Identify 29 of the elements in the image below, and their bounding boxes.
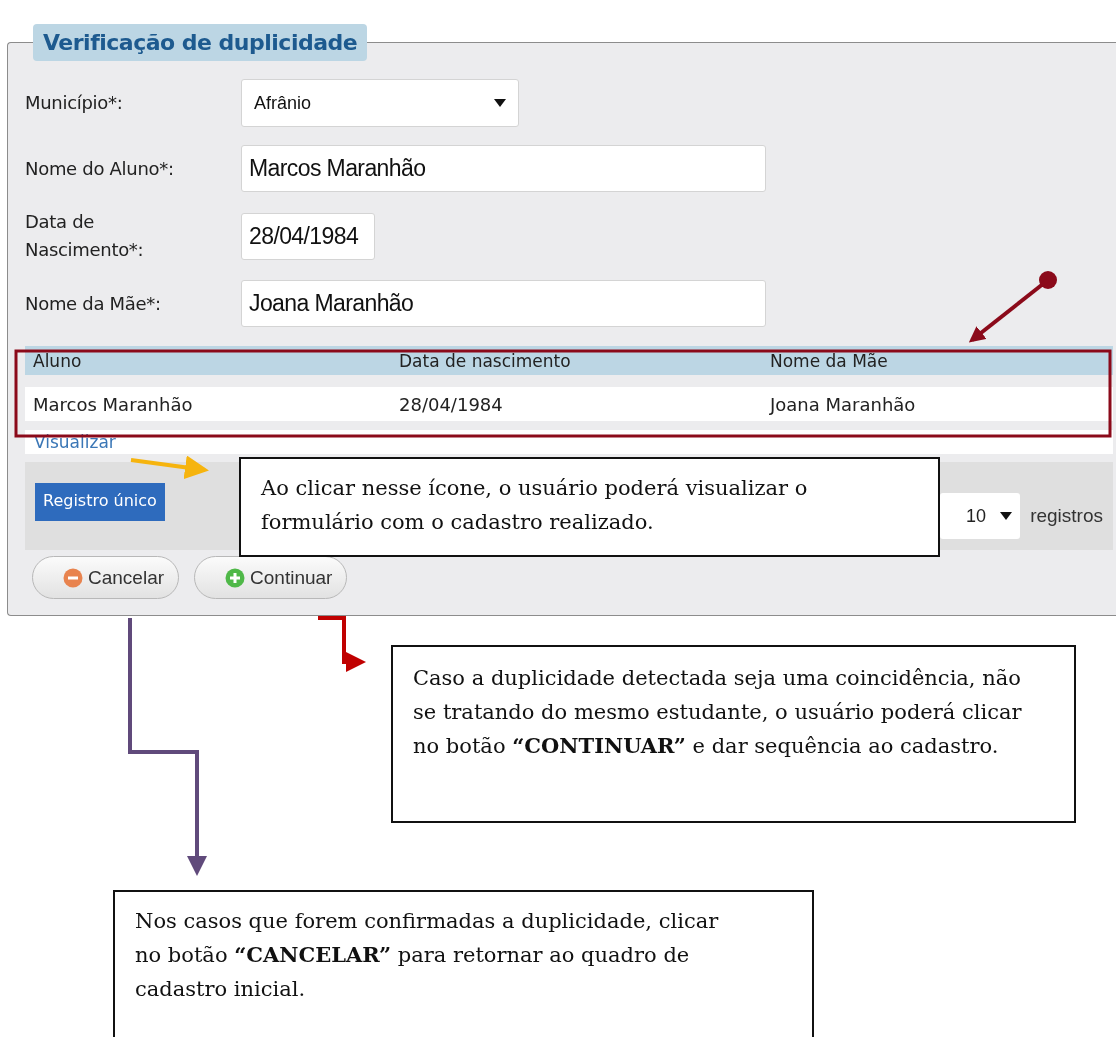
input-field[interactable]: Marcos Maranhão [241,145,766,192]
plus-icon [225,567,246,588]
cancel-button[interactable]: Cancelar [32,556,180,599]
page-size-label: registros [1030,505,1103,527]
input-field[interactable]: Joana Maranhão [241,280,766,327]
single-record-button[interactable]: Registro único [35,483,165,521]
field-label: Nome da Mãe*: [25,291,162,316]
page-size-select[interactable]: 10 [940,493,1021,539]
minus-icon [63,567,83,588]
callout-box: Nos casos que forem confirmadas a duplicidade, clicar no botão “CANCELAR” para retornar ao quadro de cadastro inicial. [113,890,814,1037]
field-label: Nome do Aluno*: [25,156,175,181]
column-header: Nome da Mãe [770,350,889,371]
field-label: Município*: [25,91,124,115]
connector-arrow [318,616,366,672]
date-field[interactable]: 28/04/1984 [241,212,375,260]
table-cell-text: Marcos Maranhão [33,393,194,415]
section-title: Verificação de duplicidade [33,24,368,61]
callout-box: Caso a duplicidade detectada seja uma coincidência, não se tratando do mesmo estudante, o usuário poderá clicar no botão “CONTINUAR” e dar sequência ao cadastro. [391,645,1076,823]
table-cell-text: Joana Maranhão [770,393,917,415]
view-link[interactable]: Visualizar [34,432,116,452]
callout-box: Ao clicar nesse ícone, o usuário poderá visualizar o formulário com o cadastro realizado. [239,457,940,557]
column-header: Data de nascimento [399,350,572,371]
caret-icon [494,99,506,107]
table-cell-text: 28/04/1984 [399,393,504,415]
caret-icon [1000,512,1013,520]
column-header: Aluno [33,350,83,371]
select-field[interactable]: Afrânio [241,79,519,127]
field-label: Data de Nascimento*: [25,210,145,262]
continue-button[interactable]: Continuar [194,556,348,599]
